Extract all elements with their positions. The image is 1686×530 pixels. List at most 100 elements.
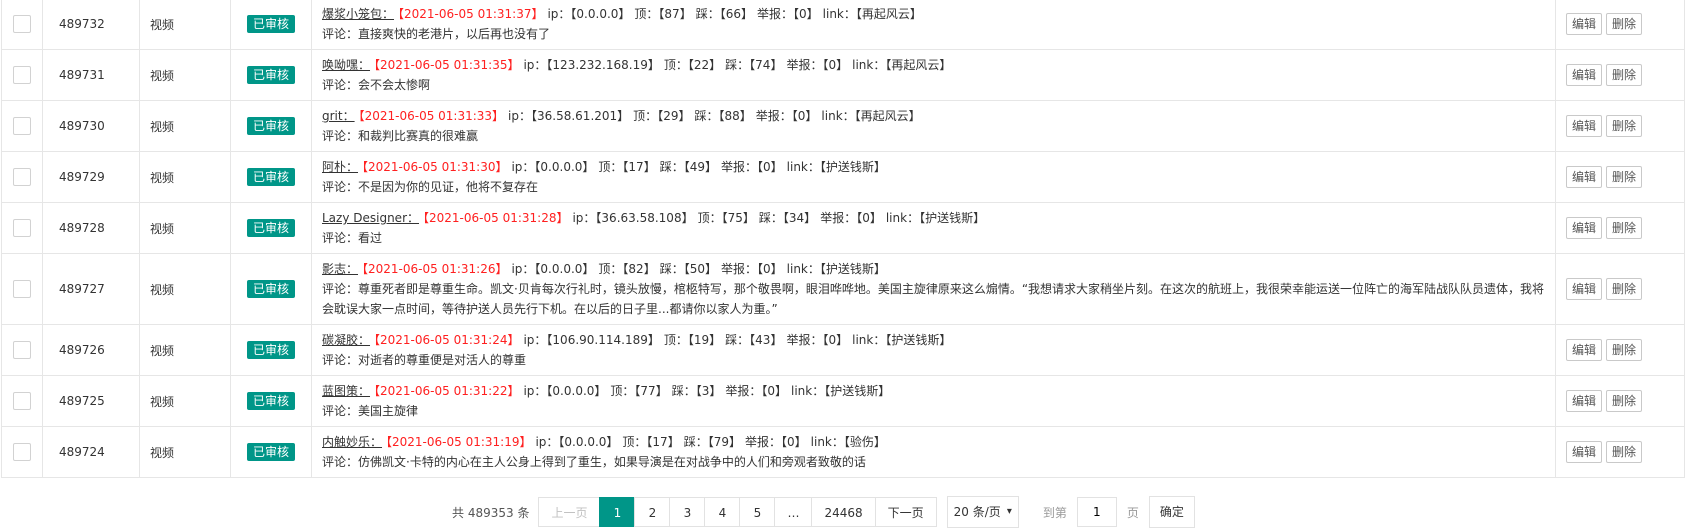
- prev-page-button[interactable]: 上一页: [538, 497, 601, 527]
- edit-button[interactable]: 编辑: [1566, 339, 1603, 361]
- edit-button[interactable]: 编辑: [1566, 115, 1603, 137]
- page-number-button[interactable]: 3: [669, 497, 706, 527]
- comment-meta: 影志： 【2021-06-05 01:31:26】 ip：【0.0.0.0】 顶：【8…: [322, 259, 1545, 279]
- row-checkbox-cell: [1, 0, 43, 50]
- comment-prefix: 评论：: [322, 129, 359, 143]
- jump-confirm-button[interactable]: 确定: [1148, 496, 1195, 528]
- row-actions: 编辑 删除: [1555, 324, 1685, 376]
- chevron-down-icon: ▾: [1006, 506, 1012, 517]
- report-label: 举报：: [745, 435, 782, 449]
- table-row: 489725 视频 已审核 蓝图策： 【2021-06-05 01:31:22】 ip：【…: [1, 375, 1685, 427]
- up-label: 顶：: [633, 109, 658, 123]
- status-badge: 已审核: [246, 280, 295, 298]
- row-checkbox[interactable]: [13, 66, 31, 84]
- comment-down: 【66】: [719, 7, 753, 21]
- delete-button[interactable]: 删除: [1606, 64, 1643, 86]
- row-actions: 编辑 删除: [1555, 426, 1685, 478]
- report-label: 举报：: [721, 160, 758, 174]
- delete-button[interactable]: 删除: [1606, 339, 1643, 361]
- row-checkbox[interactable]: [13, 392, 31, 410]
- edit-button[interactable]: 编辑: [1566, 217, 1603, 239]
- comment-username[interactable]: 内触妙乐：: [322, 435, 382, 449]
- comment-link: 【护送钱斯】: [885, 333, 952, 347]
- pagination: 共 489353 条 上一页 1 2 3 4 5… 24468 下一页 20 条/页 ▾ …: [452, 496, 1195, 528]
- up-label: 顶：: [598, 160, 623, 174]
- page-number-button[interactable]: 4: [704, 497, 741, 527]
- page-number-button[interactable]: 24468: [811, 497, 876, 527]
- jump-label: 到第: [1042, 505, 1067, 520]
- jump-page-input[interactable]: [1076, 497, 1117, 527]
- row-actions: 编辑 删除: [1555, 253, 1685, 325]
- page-number-button[interactable]: 1: [599, 497, 636, 527]
- row-comment-cell: 蓝图策： 【2021-06-05 01:31:22】 ip：【0.0.0.0】 顶：【…: [311, 375, 1556, 427]
- delete-button[interactable]: 删除: [1606, 166, 1643, 188]
- row-checkbox[interactable]: [13, 443, 31, 461]
- comment-username[interactable]: 碳凝胶：: [322, 333, 370, 347]
- comment-ip: 【0.0.0.0】: [534, 160, 595, 174]
- ip-label: ip：: [572, 211, 596, 225]
- down-label: 踩：: [725, 333, 750, 347]
- delete-button[interactable]: 删除: [1606, 13, 1643, 35]
- page-number-button[interactable]: 2: [634, 497, 671, 527]
- comment-text: 直接爽快的老港片，以后再也没有了: [358, 27, 551, 41]
- edit-button[interactable]: 编辑: [1566, 390, 1603, 412]
- comment-link: 【护送钱斯】: [819, 262, 886, 276]
- status-badge: 已审核: [246, 392, 295, 410]
- next-page-button[interactable]: 下一页: [874, 497, 937, 527]
- row-id: 489729: [42, 151, 140, 203]
- down-label: 踩：: [758, 211, 783, 225]
- comment-ip: 【0.0.0.0】: [546, 384, 607, 398]
- row-status-cell: 已审核: [230, 375, 312, 427]
- page-size-select[interactable]: 20 条/页 ▾: [946, 496, 1019, 528]
- row-type: 视频: [139, 202, 231, 254]
- comment-username[interactable]: grit：: [322, 109, 355, 123]
- row-checkbox[interactable]: [13, 280, 31, 298]
- comment-up: 【75】: [721, 211, 755, 225]
- row-type: 视频: [139, 49, 231, 101]
- comment-username[interactable]: Lazy Designer：: [322, 211, 419, 225]
- row-checkbox[interactable]: [13, 168, 31, 186]
- row-type: 视频: [139, 253, 231, 325]
- comment-username[interactable]: 蓝图策：: [322, 384, 370, 398]
- comment-report: 【0】: [761, 384, 788, 398]
- comment-time: 【2021-06-05 01:31:33】: [358, 109, 505, 123]
- row-checkbox[interactable]: [13, 15, 31, 33]
- row-status-cell: 已审核: [230, 324, 312, 376]
- row-comment-cell: Lazy Designer： 【2021-06-05 01:31:28】 ip：【3…: [311, 202, 1556, 254]
- row-checkbox[interactable]: [13, 117, 31, 135]
- delete-button[interactable]: 删除: [1606, 217, 1643, 239]
- report-label: 举报：: [721, 262, 758, 276]
- row-id: 489730: [42, 100, 140, 152]
- status-badge: 已审核: [246, 66, 295, 84]
- comment-username[interactable]: 唤呦嘿：: [322, 58, 370, 72]
- row-checkbox[interactable]: [13, 341, 31, 359]
- edit-button[interactable]: 编辑: [1566, 441, 1603, 463]
- edit-button[interactable]: 编辑: [1566, 166, 1603, 188]
- delete-button[interactable]: 删除: [1606, 115, 1643, 137]
- row-checkbox-cell: [1, 151, 43, 203]
- up-label: 顶：: [622, 435, 647, 449]
- edit-button[interactable]: 编辑: [1566, 278, 1603, 300]
- edit-button[interactable]: 编辑: [1566, 13, 1603, 35]
- comment-username[interactable]: 影志：: [322, 262, 358, 276]
- comment-prefix: 评论：: [322, 27, 359, 41]
- edit-button[interactable]: 编辑: [1566, 64, 1603, 86]
- comment-up: 【19】: [687, 333, 722, 347]
- comment-up: 【29】: [657, 109, 691, 123]
- comment-username[interactable]: 爆浆小笼包：: [322, 7, 394, 21]
- page-number-button[interactable]: 5: [739, 497, 776, 527]
- row-checkbox[interactable]: [13, 219, 31, 237]
- comment-down: 【79】: [707, 435, 741, 449]
- comment-time: 【2021-06-05 01:31:37】: [398, 7, 544, 21]
- comment-time: 【2021-06-05 01:31:35】: [374, 58, 520, 72]
- comment-time: 【2021-06-05 01:31:30】: [362, 160, 508, 174]
- comment-down: 【88】: [718, 109, 752, 123]
- report-label: 举报：: [725, 384, 762, 398]
- row-checkbox-cell: [1, 426, 43, 478]
- row-comment-cell: 内触妙乐： 【2021-06-05 01:31:19】 ip：【0.0.0.0】 顶：…: [311, 426, 1556, 478]
- delete-button[interactable]: 删除: [1606, 441, 1643, 463]
- delete-button[interactable]: 删除: [1606, 390, 1643, 412]
- comment-username[interactable]: 阿朴：: [322, 160, 358, 174]
- status-badge: 已审核: [246, 443, 295, 461]
- delete-button[interactable]: 删除: [1606, 278, 1643, 300]
